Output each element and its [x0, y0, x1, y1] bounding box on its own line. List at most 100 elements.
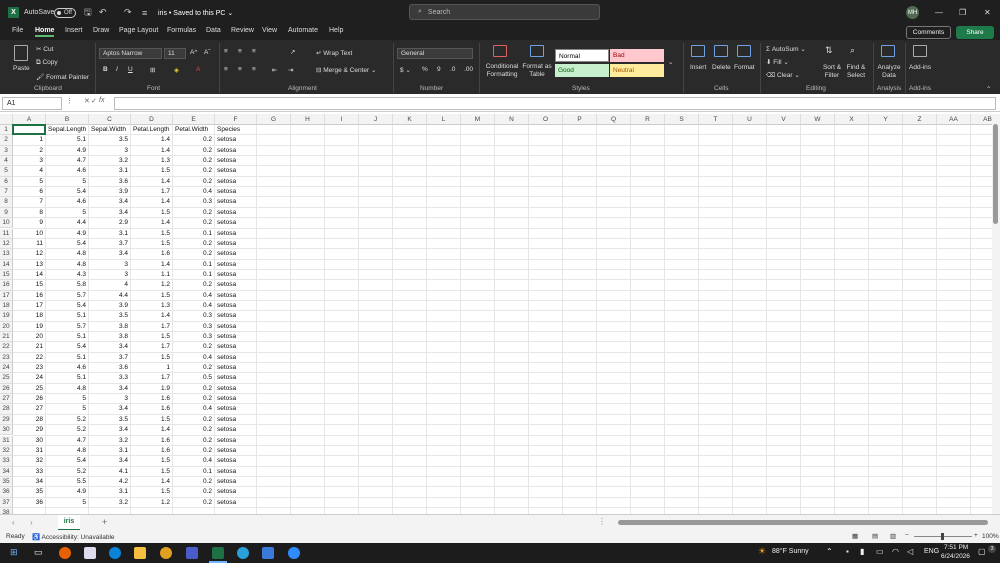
- table-cell[interactable]: setosa: [217, 167, 236, 174]
- table-cell[interactable]: 0.2: [173, 395, 212, 402]
- table-cell[interactable]: setosa: [217, 292, 236, 299]
- table-cell[interactable]: setosa: [217, 261, 236, 268]
- table-cell[interactable]: 29: [13, 426, 43, 433]
- table-cell[interactable]: 1.4: [131, 198, 170, 205]
- column-header[interactable]: K: [393, 114, 427, 125]
- italic-button[interactable]: I: [116, 66, 118, 73]
- tab-page-layout[interactable]: Page Layout: [119, 27, 158, 34]
- redo-icon[interactable]: ↷: [124, 0, 132, 25]
- table-cell[interactable]: 4.9: [46, 147, 86, 154]
- table-cell[interactable]: 5.4: [46, 240, 86, 247]
- column-header[interactable]: P: [563, 114, 597, 125]
- close-icon[interactable]: ✕: [984, 0, 991, 25]
- table-cell[interactable]: 24: [13, 374, 43, 381]
- table-cell[interactable]: 1: [131, 364, 170, 371]
- style-neutral[interactable]: Neutral: [610, 64, 664, 77]
- decrease-font-icon[interactable]: Aˇ: [204, 49, 211, 56]
- currency-icon[interactable]: $ ⌄: [400, 66, 411, 74]
- header-cell[interactable]: Sepal.Width: [91, 126, 126, 133]
- table-cell[interactable]: 5.1: [46, 354, 86, 361]
- wrap-text-button[interactable]: ↵ Wrap Text: [316, 49, 352, 57]
- table-cell[interactable]: 22: [13, 354, 43, 361]
- table-cell[interactable]: 3.4: [89, 426, 128, 433]
- vertical-scrollbar[interactable]: [992, 114, 1000, 514]
- table-cell[interactable]: 1.7: [131, 374, 170, 381]
- table-cell[interactable]: 1.5: [131, 167, 170, 174]
- table-cell[interactable]: 0.4: [173, 354, 212, 361]
- insert-cells-button[interactable]: Insert: [690, 64, 706, 71]
- table-cell[interactable]: 3.4: [89, 385, 128, 392]
- zoom-out-icon[interactable]: −: [905, 532, 909, 539]
- table-cell[interactable]: 26: [13, 395, 43, 402]
- table-cell[interactable]: setosa: [217, 230, 236, 237]
- column-header[interactable]: V: [767, 114, 801, 125]
- autosave-toggle[interactable]: Off: [54, 0, 78, 25]
- addins-icon[interactable]: [913, 45, 927, 57]
- row-header[interactable]: 33: [0, 456, 13, 467]
- decrease-decimal-icon[interactable]: .00: [464, 66, 473, 73]
- bold-button[interactable]: B: [103, 66, 108, 73]
- sort-filter-button[interactable]: Sort & Filter: [820, 64, 844, 80]
- excel-taskbar-icon[interactable]: [212, 547, 224, 559]
- camera-icon[interactable]: ▪: [846, 547, 849, 556]
- underline-button[interactable]: U: [128, 66, 133, 73]
- increase-indent-icon[interactable]: ⇥: [288, 66, 293, 74]
- column-header[interactable]: E: [173, 114, 215, 125]
- column-header[interactable]: L: [427, 114, 461, 125]
- table-cell[interactable]: 3.9: [89, 188, 128, 195]
- table-cell[interactable]: 3.6: [89, 178, 128, 185]
- table-cell[interactable]: setosa: [217, 447, 236, 454]
- tab-formulas[interactable]: Formulas: [167, 27, 196, 34]
- table-cell[interactable]: 4: [13, 167, 43, 174]
- tab-view[interactable]: View: [262, 27, 277, 34]
- table-cell[interactable]: 3.3: [89, 374, 128, 381]
- table-cell[interactable]: 5.7: [46, 323, 86, 330]
- row-header[interactable]: 19: [0, 311, 13, 322]
- column-header[interactable]: U: [733, 114, 767, 125]
- table-cell[interactable]: 9: [13, 219, 43, 226]
- maximize-icon[interactable]: ❐: [959, 0, 966, 25]
- table-cell[interactable]: 1.6: [131, 250, 170, 257]
- table-cell[interactable]: 0.2: [173, 281, 212, 288]
- analyze-data-icon[interactable]: [881, 45, 895, 57]
- table-cell[interactable]: 0.2: [173, 499, 212, 506]
- table-cell[interactable]: 1.3: [131, 302, 170, 309]
- table-cell[interactable]: setosa: [217, 354, 236, 361]
- row-header[interactable]: 13: [0, 249, 13, 260]
- header-cell[interactable]: Sepal.Length: [48, 126, 86, 133]
- table-cell[interactable]: 1.1: [131, 271, 170, 278]
- merge-center-button[interactable]: ⊟ Merge & Center ⌄: [316, 66, 376, 74]
- paste-button[interactable]: Paste: [13, 65, 30, 72]
- table-cell[interactable]: 0.1: [173, 468, 212, 475]
- table-cell[interactable]: 0.2: [173, 136, 212, 143]
- table-cell[interactable]: 5.2: [46, 416, 86, 423]
- row-header[interactable]: 30: [0, 425, 13, 436]
- table-cell[interactable]: 1.7: [131, 188, 170, 195]
- table-cell[interactable]: 1.2: [131, 281, 170, 288]
- row-header[interactable]: 2: [0, 135, 13, 146]
- table-cell[interactable]: 4.4: [89, 292, 128, 299]
- table-cell[interactable]: 4.6: [46, 167, 86, 174]
- style-normal[interactable]: Normal: [555, 49, 609, 62]
- table-cell[interactable]: 4.9: [46, 488, 86, 495]
- table-cell[interactable]: 12: [13, 250, 43, 257]
- column-header[interactable]: O: [529, 114, 563, 125]
- table-cell[interactable]: 5: [46, 209, 86, 216]
- row-header[interactable]: 15: [0, 269, 13, 281]
- microphone-icon[interactable]: ▮: [860, 547, 864, 556]
- table-cell[interactable]: 3.1: [89, 488, 128, 495]
- column-header[interactable]: M: [461, 114, 495, 125]
- table-cell[interactable]: 0.2: [173, 426, 212, 433]
- row-header[interactable]: 18: [0, 300, 13, 312]
- wifi-icon[interactable]: ◠: [892, 547, 899, 556]
- table-cell[interactable]: 1.5: [131, 416, 170, 423]
- table-cell[interactable]: 3.8: [89, 323, 128, 330]
- table-cell[interactable]: 3.2: [89, 499, 128, 506]
- column-header[interactable]: G: [257, 114, 291, 125]
- table-cell[interactable]: 3.5: [89, 312, 128, 319]
- table-cell[interactable]: 1.6: [131, 395, 170, 402]
- table-cell[interactable]: 25: [13, 385, 43, 392]
- table-cell[interactable]: 0.2: [173, 178, 212, 185]
- network-icon[interactable]: ▭: [876, 547, 884, 556]
- table-cell[interactable]: 3.4: [89, 405, 128, 412]
